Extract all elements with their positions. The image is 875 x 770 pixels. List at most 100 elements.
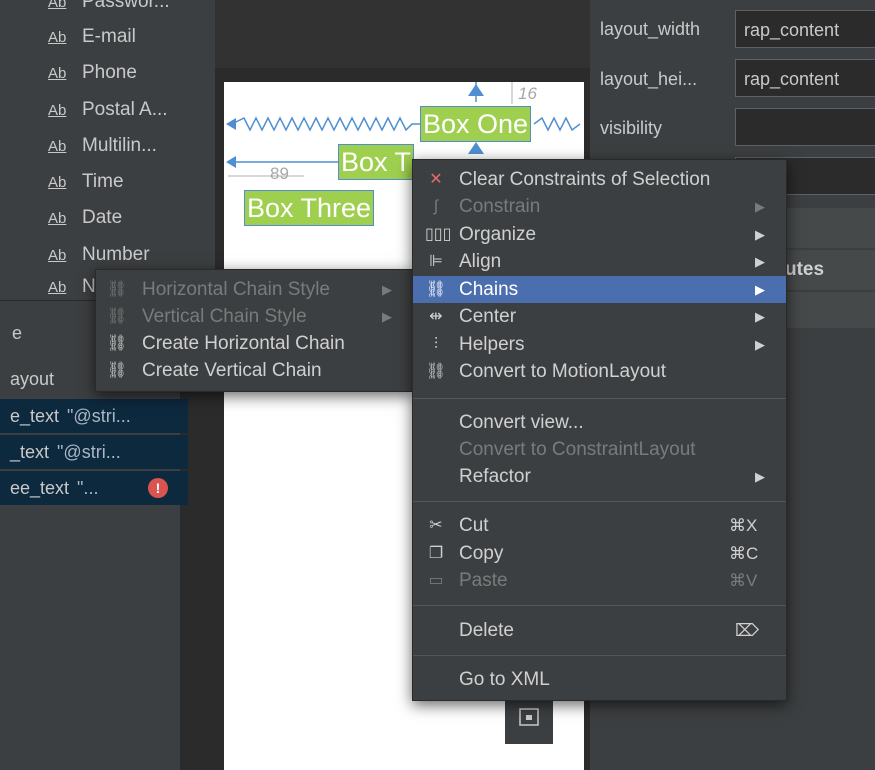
chain-icon: ⛓ (106, 281, 128, 298)
box-three-widget[interactable]: Box Three (244, 190, 375, 226)
menu-item-paste[interactable]: ▭ Paste ⌘V (413, 567, 786, 594)
palette-item-label: Passwor... (82, 0, 170, 12)
scissors-icon: ✂ (429, 517, 443, 534)
tree-row[interactable]: ee_text "... ! (0, 471, 188, 505)
palette-item-email[interactable]: Ab E-mail (48, 25, 136, 49)
spring-constraint-left (231, 116, 420, 132)
clear-constraints-icon: ✕ (429, 171, 443, 188)
shortcut-label: ⌘V (729, 571, 758, 590)
menu-item-constrain[interactable]: ∫ Constrain ▶ (413, 193, 786, 220)
palette-item-label: Multilin... (82, 135, 157, 156)
menu-item-delete[interactable]: Delete ⌦ (413, 617, 786, 644)
chain-icon: ⛓ (106, 308, 128, 325)
layout-height-field[interactable]: rap_content (735, 59, 875, 97)
palette-item-number[interactable]: Ab Number (48, 243, 150, 267)
menu-item-convert-constraintlayout[interactable]: Convert to ConstraintLayout (413, 436, 786, 463)
constraint-arrow-icon (468, 84, 484, 96)
context-menu: ✕ Clear Constraints of Selection ∫ Const… (412, 159, 787, 701)
menu-item-refactor[interactable]: Refactor ▶ (413, 463, 786, 490)
menu-separator (413, 605, 786, 606)
menu-item-center[interactable]: ⇹ Center ▶ (413, 303, 786, 330)
shortcut-label: ⌘X (729, 516, 758, 535)
menu-item-label: Refactor (459, 466, 531, 487)
layout-width-label: layout_width (600, 19, 701, 39)
copy-icon: ❐ (428, 545, 444, 562)
tree-row[interactable]: _text "@stri... (0, 435, 188, 469)
palette-item-number-partial[interactable]: Ab N (48, 275, 96, 299)
menu-item-convert-view[interactable]: Convert view... (413, 409, 786, 436)
menu-item-label: Organize (459, 224, 537, 245)
error-icon[interactable]: ! (148, 478, 168, 498)
palette-item-label: E-mail (82, 26, 136, 47)
menu-item-label: Copy (459, 543, 504, 564)
palette-item-date[interactable]: Ab Date (48, 206, 122, 230)
design-toolbar (215, 0, 590, 68)
attributes-section-header[interactable]: utes (785, 250, 875, 290)
tree-row-label: ee_text (10, 478, 70, 498)
menu-item-chains[interactable]: ⛓ Chains ▶ (413, 276, 786, 303)
chevron-right-icon: ▶ (755, 469, 765, 484)
constrain-icon: ∫ (433, 198, 439, 215)
menu-separator (413, 501, 786, 502)
chevron-right-icon: ▶ (755, 199, 765, 214)
text-field-icon: Ab (48, 102, 67, 119)
box-two-widget[interactable]: Box T (338, 144, 415, 180)
menu-item-go-to-xml[interactable]: Go to XML (413, 666, 786, 693)
palette-item-multiline[interactable]: Ab Multilin... (48, 134, 157, 158)
menu-item-label: Align (459, 251, 502, 272)
palette-item-password[interactable]: Ab Passwor... (48, 0, 170, 14)
menu-item-label: Constrain (459, 196, 541, 217)
menu-item-label: Horizontal Chain Style (142, 279, 330, 300)
palette-item-postal[interactable]: Ab Postal A... (48, 98, 168, 122)
menu-item-label: Create Horizontal Chain (142, 333, 345, 354)
tree-row-label: e_text (10, 406, 60, 426)
visibility-field[interactable] (735, 108, 875, 146)
helpers-icon: ⫶ (433, 336, 438, 353)
menu-item-horizontal-chain-style[interactable]: ⛓ Horizontal Chain Style ▶ (96, 276, 413, 303)
text-field-icon: Ab (48, 138, 67, 155)
menu-item-label: Convert to ConstraintLayout (459, 439, 696, 460)
visibility-label: visibility (600, 118, 663, 138)
layout-width-field[interactable]: rap_content (735, 10, 875, 48)
text-field-icon: Ab (48, 0, 67, 11)
menu-item-label: Create Vertical Chain (142, 360, 322, 381)
menu-item-label: Vertical Chain Style (142, 306, 307, 327)
box-one-widget[interactable]: Box One (420, 106, 532, 142)
menu-item-label: Paste (459, 570, 508, 591)
chain-icon: ⛓ (425, 281, 447, 298)
menu-item-clear-constraints[interactable]: ✕ Clear Constraints of Selection (413, 166, 786, 193)
tree-row[interactable]: e_text "@stri... (0, 399, 188, 433)
menu-item-label: Center (459, 306, 517, 327)
menu-item-helpers[interactable]: ⫶ Helpers ▶ (413, 331, 786, 358)
tree-row-value: "@stri... (57, 442, 121, 462)
component-tree-title: e (12, 323, 23, 343)
menu-item-create-horizontal-chain[interactable]: ⛓ Create Horizontal Chain (96, 330, 413, 357)
constraint-arrow-icon (226, 118, 236, 130)
menu-item-label: Clear Constraints of Selection (459, 169, 711, 190)
attributes-section-title: utes (785, 259, 825, 280)
align-icon: ⊫ (429, 253, 443, 270)
chevron-right-icon: ▶ (755, 309, 765, 324)
shortcut-label: ⌘C (729, 544, 759, 563)
palette-item-phone[interactable]: Ab Phone (48, 61, 137, 85)
zoom-fit-button[interactable] (505, 696, 553, 744)
spring-constraint-right (533, 116, 581, 132)
chevron-right-icon: ▶ (755, 227, 765, 242)
palette-item-time[interactable]: Ab Time (48, 170, 124, 194)
menu-item-vertical-chain-style[interactable]: ⛓ Vertical Chain Style ▶ (96, 303, 413, 330)
menu-item-copy[interactable]: ❐ Copy ⌘C (413, 540, 786, 567)
attributes-section-bar (785, 292, 875, 328)
tree-row-value: "@stri... (67, 406, 131, 426)
menu-item-label: Delete (459, 620, 514, 641)
palette-item-label: Date (82, 207, 123, 228)
menu-item-organize[interactable]: ▯▯▯ Organize ▶ (413, 221, 786, 248)
menu-item-create-vertical-chain[interactable]: ⛓ Create Vertical Chain (96, 357, 413, 384)
palette-item-label: Phone (82, 62, 137, 83)
palette-item-label: Postal A... (82, 99, 168, 120)
margin-left-label: 89 (270, 164, 289, 183)
menu-item-align[interactable]: ⊫ Align ▶ (413, 248, 786, 275)
menu-item-cut[interactable]: ✂ Cut ⌘X (413, 512, 786, 539)
text-field-icon: Ab (48, 210, 67, 227)
menu-item-convert-motionlayout[interactable]: ⛓ Convert to MotionLayout (413, 358, 786, 385)
tree-row-value: "... (77, 478, 99, 498)
